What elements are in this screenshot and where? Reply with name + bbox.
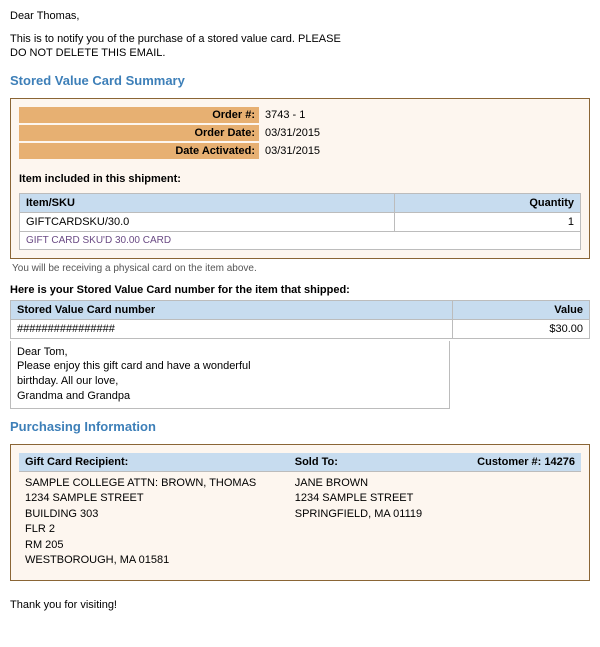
svc-number: ################ <box>11 319 453 338</box>
items-table: Item/SKU Quantity GIFTCARDSKU/30.0 1 GIF… <box>19 193 581 250</box>
addr-line: 1234 SAMPLE STREET <box>295 491 435 506</box>
footnote: You will be receiving a physical card on… <box>12 263 588 274</box>
purchasing-table: Gift Card Recipient: Sold To: Customer #… <box>19 453 581 572</box>
table-row: SAMPLE COLLEGE ATTN: BROWN, THOMAS 1234 … <box>19 471 581 572</box>
customer-number-header: Customer #: 14276 <box>440 453 581 472</box>
customer-number-value: 14276 <box>544 456 575 468</box>
svc-intro: Here is your Stored Value Card number fo… <box>10 284 590 296</box>
addr-line: JANE BROWN <box>295 476 435 491</box>
msg-line: Please enjoy this gift card and have a w… <box>17 359 443 374</box>
svc-head-number: Stored Value Card number <box>11 300 453 319</box>
order-date-label: Order Date: <box>19 125 259 141</box>
addr-line: FLR 2 <box>25 522 283 537</box>
item-description: GIFT CARD SKU'D 30.00 CARD <box>20 231 581 249</box>
addr-line: BUILDING 303 <box>25 507 283 522</box>
thanks-text: Thank you for visiting! <box>10 599 590 611</box>
order-number-value: 3743 - 1 <box>259 107 305 123</box>
table-row: GIFT CARD SKU'D 30.00 CARD <box>20 231 581 249</box>
svc-head-value: Value <box>453 300 590 319</box>
items-head-sku: Item/SKU <box>20 193 395 212</box>
msg-line: birthday. All our love, <box>17 374 443 389</box>
item-qty: 1 <box>395 212 581 231</box>
recipient-address: SAMPLE COLLEGE ATTN: BROWN, THOMAS 1234 … <box>19 471 289 572</box>
order-date-value: 03/31/2015 <box>259 125 320 141</box>
gift-message: Dear Tom, Please enjoy this gift card an… <box>10 341 450 409</box>
customer-number-label: Customer #: <box>477 456 541 468</box>
date-activated-value: 03/31/2015 <box>259 143 320 159</box>
items-head-qty: Quantity <box>395 193 581 212</box>
svc-value: $30.00 <box>453 319 590 338</box>
addr-line: SAMPLE COLLEGE ATTN: BROWN, THOMAS <box>25 476 283 491</box>
customer-cell <box>440 471 581 572</box>
addr-line: 1234 SAMPLE STREET <box>25 491 283 506</box>
msg-line: Dear Tom, <box>17 345 443 360</box>
soldto-address: JANE BROWN 1234 SAMPLE STREET SPRINGFIEL… <box>289 471 441 572</box>
recipient-label: Gift Card Recipient: <box>19 453 289 472</box>
addr-line: RM 205 <box>25 538 283 553</box>
soldto-label: Sold To: <box>289 453 441 472</box>
addr-line: SPRINGFIELD, MA 01119 <box>295 507 435 522</box>
date-activated-label: Date Activated: <box>19 143 259 159</box>
greeting: Dear Thomas, <box>10 10 590 22</box>
table-row: GIFTCARDSKU/30.0 1 <box>20 212 581 231</box>
msg-line: Grandma and Grandpa <box>17 389 443 404</box>
order-number-label: Order #: <box>19 107 259 123</box>
purchasing-box: Gift Card Recipient: Sold To: Customer #… <box>10 444 590 581</box>
section-title-purchasing: Purchasing Information <box>10 419 590 434</box>
shipment-header: Item included in this shipment: <box>19 173 581 185</box>
order-info: Order #: 3743 - 1 Order Date: 03/31/2015… <box>19 107 581 159</box>
item-sku: GIFTCARDSKU/30.0 <box>20 212 395 231</box>
table-row: ################ $30.00 <box>11 319 590 338</box>
notice-text: This is to notify you of the purchase of… <box>10 32 350 61</box>
svc-table: Stored Value Card number Value #########… <box>10 300 590 339</box>
summary-box: Order #: 3743 - 1 Order Date: 03/31/2015… <box>10 98 590 259</box>
section-title-summary: Stored Value Card Summary <box>10 73 590 88</box>
addr-line: WESTBOROUGH, MA 01581 <box>25 553 283 568</box>
